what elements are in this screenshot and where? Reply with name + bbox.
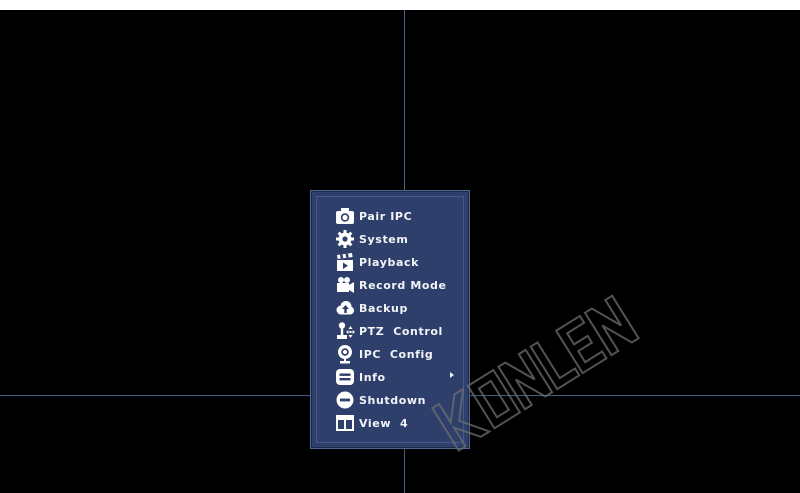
menu-item-label: Pair IPC: [359, 209, 413, 223]
layout-icon: [335, 413, 355, 433]
menu-item-pair-ipc[interactable]: Pair IPC: [335, 205, 455, 227]
menu-item-label: Backup: [359, 301, 408, 315]
menu-item-label: Playback: [359, 255, 420, 269]
menu-item-label: View 4: [359, 416, 409, 430]
ptz-joystick-icon: [335, 321, 355, 341]
menu-item-label: Info: [359, 370, 386, 384]
ip-camera-icon: [335, 344, 355, 364]
camera-icon: [335, 206, 355, 226]
record-camera-icon: [335, 275, 355, 295]
info-list-icon: [335, 367, 355, 387]
menu-item-system[interactable]: System: [335, 228, 455, 250]
power-icon: [335, 390, 355, 410]
konlen-watermark-logo: [430, 294, 640, 452]
cloud-upload-icon: [335, 298, 355, 318]
menu-item-label: System: [359, 232, 409, 246]
clapperboard-icon: [335, 252, 355, 272]
menu-item-label: Shutdown: [359, 393, 427, 407]
gear-icon: [335, 229, 355, 249]
